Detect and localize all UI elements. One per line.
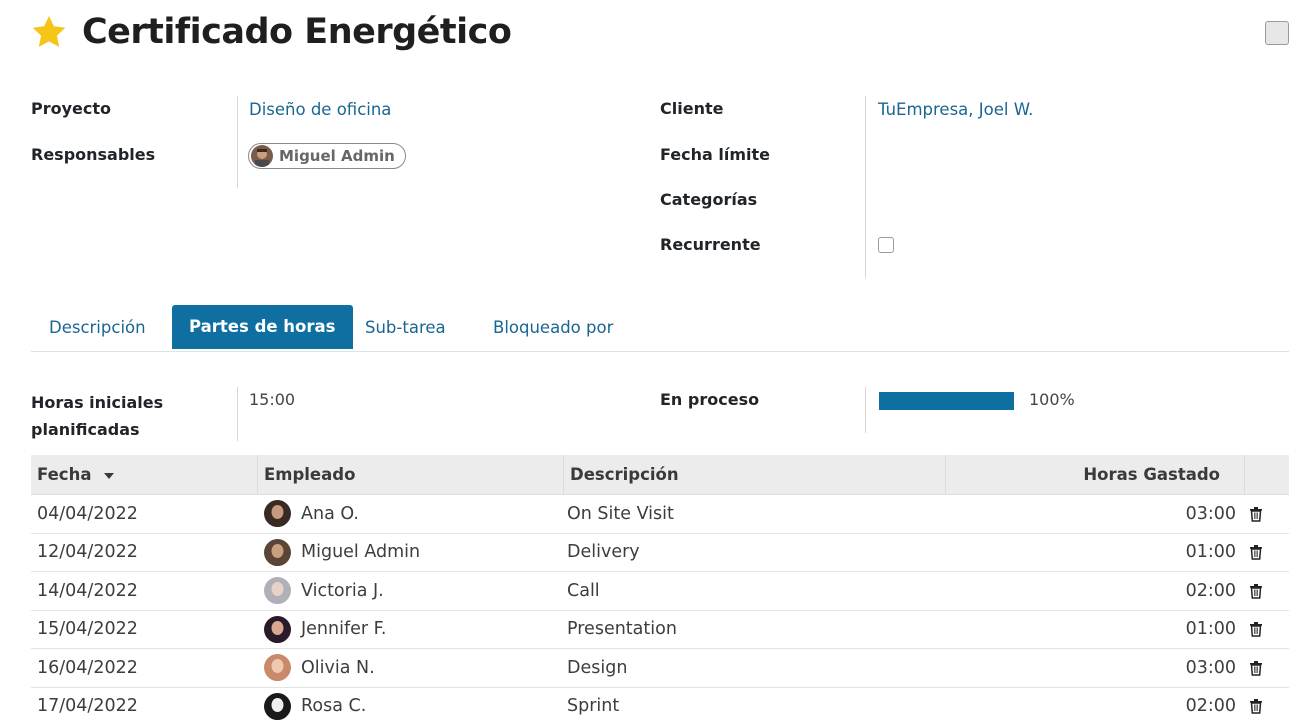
planned-hours-label-line2: planificadas xyxy=(31,420,140,439)
table-header: Fecha Empleado Descripción Horas Gastado xyxy=(31,455,1289,495)
row-employee[interactable]: Olivia N. xyxy=(258,654,561,682)
row-date[interactable]: 15/04/2022 xyxy=(31,619,258,639)
row-employee[interactable]: Miguel Admin xyxy=(258,538,561,566)
tab-timesheets[interactable]: Partes de horas xyxy=(172,305,353,349)
trash-icon xyxy=(1250,506,1262,522)
row-date[interactable]: 12/04/2022 xyxy=(31,542,258,562)
progress-fill xyxy=(879,392,1014,410)
avatar xyxy=(264,692,291,720)
planned-hours-label: Horas iniciales planificadas xyxy=(31,389,163,443)
row-description[interactable]: On Site Visit xyxy=(561,504,943,524)
title-row: Certificado Energético xyxy=(30,8,512,56)
row-employee[interactable]: Ana O. xyxy=(258,500,561,528)
table-row[interactable]: 04/04/2022 Ana O. On Site Visit 03:00 xyxy=(31,495,1289,534)
tab-description[interactable]: Descripción xyxy=(32,305,163,350)
row-description[interactable]: Presentation xyxy=(561,619,943,639)
star-icon[interactable] xyxy=(30,13,68,51)
planned-hours-value[interactable]: 15:00 xyxy=(249,389,295,411)
row-date[interactable]: 04/04/2022 xyxy=(31,504,258,524)
column-hours[interactable]: Horas Gastado xyxy=(946,455,1245,495)
avatar xyxy=(264,500,291,528)
row-employee-name: Ana O. xyxy=(301,503,359,524)
delete-row-button[interactable] xyxy=(1242,698,1289,714)
table-row[interactable]: 17/04/2022 Rosa C. Sprint 02:00 xyxy=(31,688,1289,723)
trash-icon xyxy=(1250,699,1262,714)
table-row[interactable]: 15/04/2022 Jennifer F. Presentation 01:0… xyxy=(31,611,1289,649)
row-hours[interactable]: 03:00 xyxy=(943,504,1242,524)
tags-label: Categorías xyxy=(660,190,758,209)
tab-subtasks[interactable]: Sub-tarea xyxy=(348,305,463,350)
table-row[interactable]: 14/04/2022 Victoria J. Call 02:00 xyxy=(31,572,1289,611)
column-date-label: Fecha xyxy=(37,465,92,484)
delete-row-button[interactable] xyxy=(1242,506,1289,522)
delete-row-button[interactable] xyxy=(1242,660,1289,676)
trash-icon xyxy=(1250,583,1262,599)
row-hours[interactable]: 03:00 xyxy=(943,658,1242,678)
delete-row-button[interactable] xyxy=(1242,583,1289,599)
progress-percent: 100% xyxy=(1029,390,1075,409)
row-employee[interactable]: Victoria J. xyxy=(258,577,561,605)
table-row[interactable]: 16/04/2022 Olivia N. Design 03:00 xyxy=(31,649,1289,688)
row-employee-name: Victoria J. xyxy=(301,580,384,601)
field-separator xyxy=(865,96,866,278)
trash-icon xyxy=(1250,660,1262,676)
column-employee[interactable]: Empleado xyxy=(258,455,564,495)
row-description[interactable]: Delivery xyxy=(561,542,943,562)
row-date[interactable]: 14/04/2022 xyxy=(31,581,258,601)
column-description[interactable]: Descripción xyxy=(564,455,946,495)
row-date[interactable]: 17/04/2022 xyxy=(31,696,258,716)
project-label: Proyecto xyxy=(31,99,112,118)
delete-row-button[interactable] xyxy=(1242,544,1289,560)
trash-icon xyxy=(1250,622,1262,637)
column-actions xyxy=(1245,455,1289,495)
trash-icon xyxy=(1250,545,1262,560)
delete-row-button[interactable] xyxy=(1242,621,1289,637)
field-separator xyxy=(237,96,238,188)
row-description[interactable]: Sprint xyxy=(561,696,943,716)
row-employee-name: Jennifer F. xyxy=(301,619,387,640)
assignee-tag[interactable]: Miguel Admin xyxy=(248,143,406,169)
assignee-name: Miguel Admin xyxy=(279,147,395,165)
recurrent-label: Recurrente xyxy=(660,235,761,254)
row-description[interactable]: Design xyxy=(561,658,943,678)
field-separator xyxy=(865,387,866,433)
assignees-label: Responsables xyxy=(31,145,156,164)
notebook-tabs: Descripción Partes de horas Sub-tarea Bl… xyxy=(31,305,1289,352)
row-description[interactable]: Call xyxy=(561,581,943,601)
row-employee-name: Miguel Admin xyxy=(301,542,421,563)
tab-blocked-by[interactable]: Bloqueado por xyxy=(476,305,630,350)
row-employee[interactable]: Jennifer F. xyxy=(258,615,561,643)
row-employee-name: Olivia N. xyxy=(301,657,375,678)
project-link[interactable]: Diseño de oficina xyxy=(249,99,391,121)
avatar xyxy=(251,145,273,167)
kanban-state-toggle[interactable] xyxy=(1265,21,1289,45)
row-employee[interactable]: Rosa C. xyxy=(258,692,561,720)
avatar xyxy=(264,538,291,566)
avatar xyxy=(264,654,291,682)
row-hours[interactable]: 01:00 xyxy=(943,619,1242,639)
customer-label: Cliente xyxy=(660,99,724,118)
row-hours[interactable]: 02:00 xyxy=(943,581,1242,601)
table-body: 04/04/2022 Ana O. On Site Visit 03:00 12… xyxy=(31,495,1289,723)
field-separator xyxy=(237,387,238,441)
deadline-label: Fecha límite xyxy=(660,145,770,164)
column-date[interactable]: Fecha xyxy=(31,455,258,495)
page-title[interactable]: Certificado Energético xyxy=(82,12,512,52)
sort-down-icon xyxy=(104,472,115,479)
table-row[interactable]: 12/04/2022 Miguel Admin Delivery 01:00 xyxy=(31,534,1289,572)
row-hours[interactable]: 02:00 xyxy=(943,696,1242,716)
avatar xyxy=(264,577,291,605)
timesheet-table: Fecha Empleado Descripción Horas Gastado… xyxy=(31,455,1289,723)
row-employee-name: Rosa C. xyxy=(301,696,367,717)
progress-bar xyxy=(879,392,1014,410)
recurrent-checkbox[interactable] xyxy=(878,237,894,253)
customer-link[interactable]: TuEmpresa, Joel W. xyxy=(878,99,1033,121)
planned-hours-label-line1: Horas iniciales xyxy=(31,393,164,412)
row-hours[interactable]: 01:00 xyxy=(943,542,1242,562)
row-date[interactable]: 16/04/2022 xyxy=(31,658,258,678)
progress-label: En proceso xyxy=(660,390,760,409)
avatar xyxy=(264,615,291,643)
